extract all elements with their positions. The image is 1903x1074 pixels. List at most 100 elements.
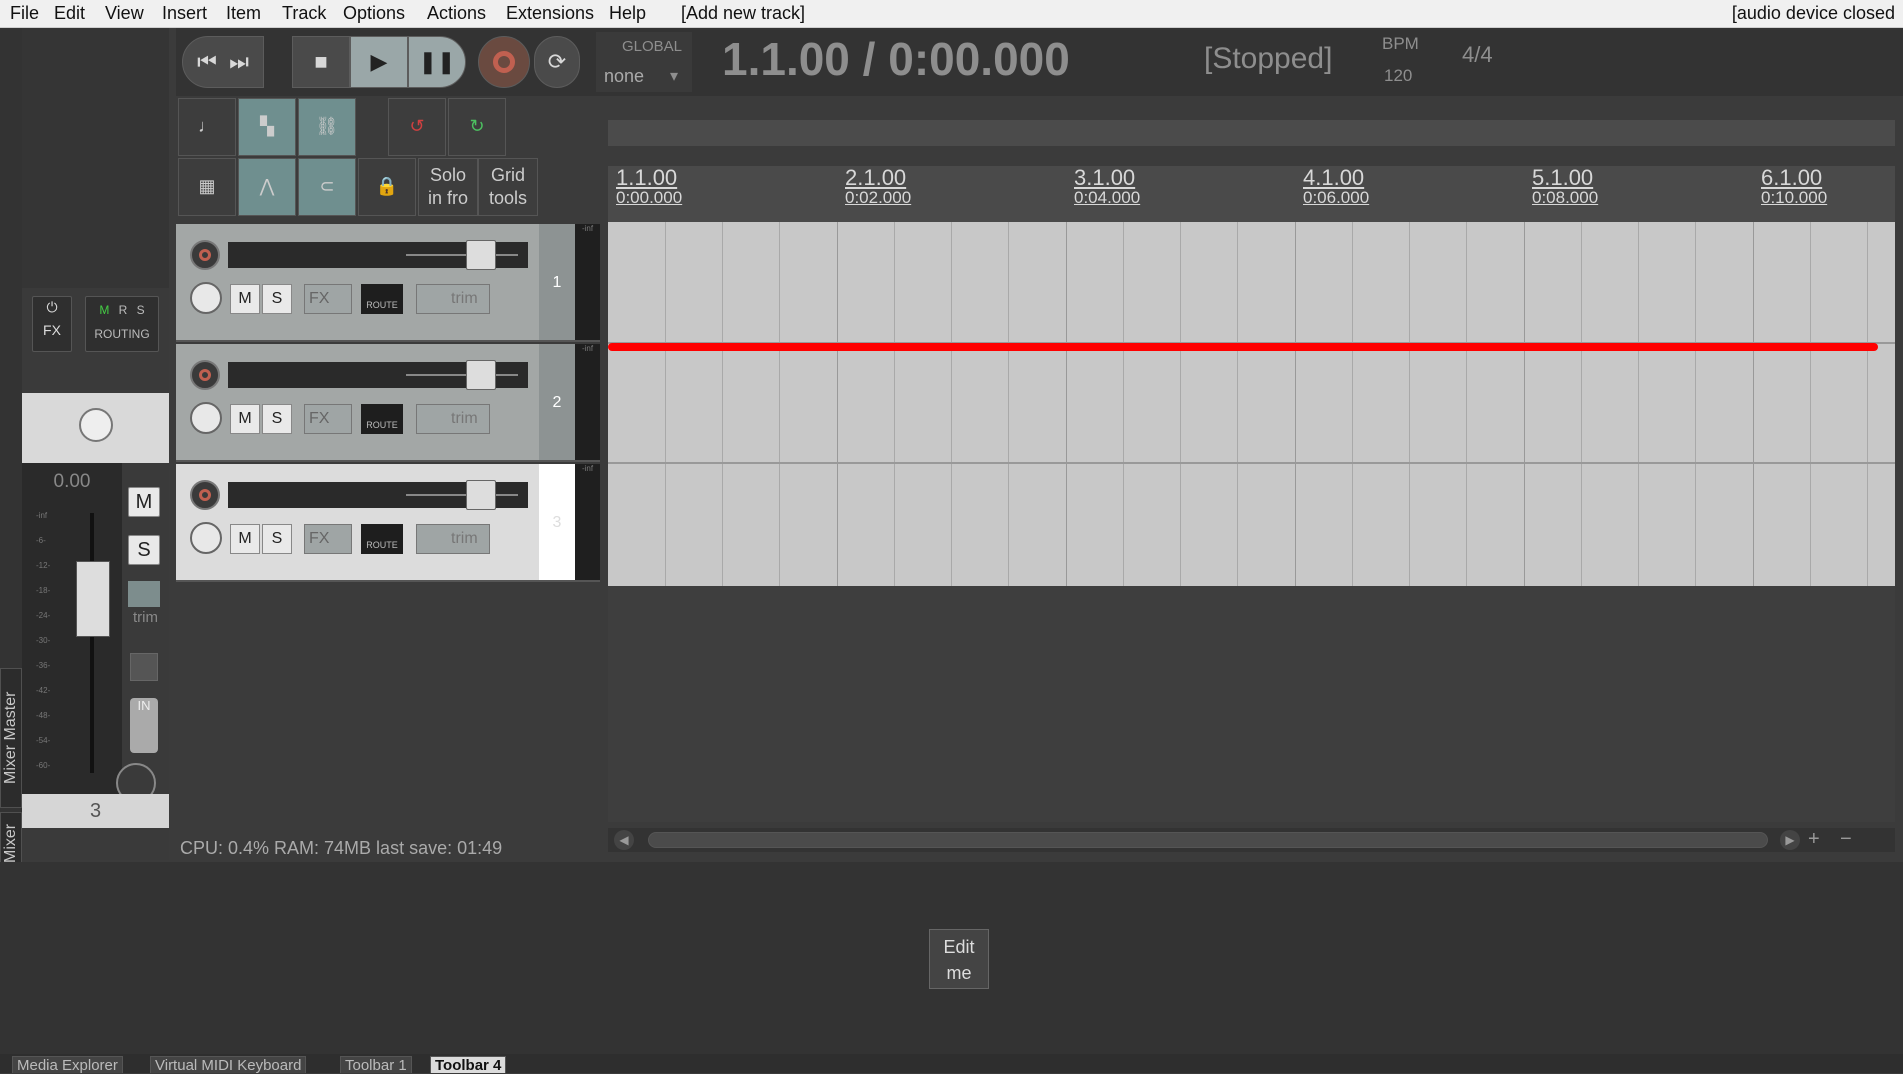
fx-button[interactable]: FX xyxy=(304,524,352,554)
master-fx-list[interactable] xyxy=(22,28,169,288)
pan-knob[interactable] xyxy=(190,402,222,434)
zoom-in-icon[interactable]: + xyxy=(1808,828,1820,851)
menu-add-new-track[interactable]: [Add new track] xyxy=(681,3,805,24)
volume-slider xyxy=(406,494,518,496)
chevron-down-icon[interactable]: ▾ xyxy=(670,66,678,86)
solo-button[interactable]: S xyxy=(262,524,292,554)
snap-magnet-button[interactable]: ⊂ xyxy=(298,158,356,216)
route-button[interactable]: ROUTE xyxy=(361,284,403,314)
solo-button[interactable]: S xyxy=(262,404,292,434)
master-fader-handle[interactable] xyxy=(76,561,110,637)
master-fx-button[interactable]: ⏻ FX xyxy=(32,296,72,352)
grid-tools-button[interactable]: Grid tools xyxy=(478,158,538,216)
fx-button[interactable]: FX xyxy=(304,284,352,314)
go-to-start-icon[interactable]: ⏮ xyxy=(197,49,217,75)
tools-label: tools xyxy=(488,188,528,208)
menu-actions[interactable]: Actions xyxy=(427,3,486,24)
master-pan-panel xyxy=(22,393,169,463)
locking-button[interactable]: 🔒 xyxy=(358,158,416,216)
arrange-view[interactable] xyxy=(608,222,1895,586)
ripple-edit-button[interactable]: ▚ xyxy=(238,98,296,156)
master-m-mini: M xyxy=(99,303,110,317)
snap-grid-button[interactable]: ▦ xyxy=(178,158,236,216)
tab-toolbar-1[interactable]: Toolbar 1 xyxy=(340,1056,412,1074)
track-panel-2[interactable]: M S FX ROUTE trim xyxy=(176,344,539,462)
tab-virtual-midi-keyboard[interactable]: Virtual MIDI Keyboard xyxy=(150,1056,307,1074)
mixer-master-tab[interactable]: Mixer Master xyxy=(0,668,22,808)
empty-track-area[interactable] xyxy=(608,586,1895,822)
horizontal-scrollbar[interactable]: ◀ ▶ + − xyxy=(608,828,1895,852)
pause-button[interactable]: ❚❚ xyxy=(408,36,466,88)
record-button[interactable] xyxy=(478,36,530,88)
master-input-button[interactable]: IN xyxy=(130,698,158,753)
play-button[interactable]: ▶ xyxy=(350,36,408,88)
undo-button[interactable]: ↺ xyxy=(388,98,446,156)
trim-envelope-button[interactable]: trim xyxy=(416,284,490,314)
audio-device-status: [audio device closed xyxy=(1731,3,1895,23)
master-fader-track xyxy=(90,513,94,773)
bpm-value[interactable]: 120 xyxy=(1384,66,1412,86)
track-number-3: 3 xyxy=(539,464,575,582)
stop-button[interactable]: ■ xyxy=(292,36,350,88)
left-dock: Mixer Master Mixer xyxy=(0,28,22,874)
transport-bar: ⏮ ⏭ ■ ▶ ❚❚ ⟳ GLOBAL none ▾ 1.1.00 / 0:00… xyxy=(176,28,1903,96)
track-meter-1: -inf xyxy=(575,224,600,342)
time-signature[interactable]: 4/4 xyxy=(1462,42,1493,68)
scroll-right-icon[interactable]: ▶ xyxy=(1780,830,1800,850)
menu-extensions[interactable]: Extensions xyxy=(506,3,594,24)
mute-button[interactable]: M xyxy=(230,524,260,554)
mute-button[interactable]: M xyxy=(230,404,260,434)
tab-media-explorer[interactable]: Media Explorer xyxy=(12,1056,123,1074)
pan-knob[interactable] xyxy=(190,522,222,554)
trim-envelope-button[interactable]: trim xyxy=(416,524,490,554)
menu-insert[interactable]: Insert xyxy=(162,3,207,24)
menu-file[interactable]: File xyxy=(10,3,39,24)
volume-handle[interactable] xyxy=(466,240,496,270)
envelope-points-button[interactable]: ⋀ xyxy=(238,158,296,216)
zoom-out-icon[interactable]: − xyxy=(1840,828,1852,851)
master-envelope-button[interactable] xyxy=(128,581,160,607)
solo-button[interactable]: S xyxy=(262,284,292,314)
automation-global-panel[interactable]: GLOBAL none ▾ xyxy=(596,32,692,92)
route-button[interactable]: ROUTE xyxy=(361,404,403,434)
menu-view[interactable]: View xyxy=(105,3,144,24)
menu-edit[interactable]: Edit xyxy=(54,3,85,24)
metronome-button[interactable]: ♩ xyxy=(178,98,236,156)
scroll-left-icon[interactable]: ◀ xyxy=(614,830,634,850)
master-phase-icon[interactable] xyxy=(130,653,158,681)
timeline-ruler[interactable]: 1.1.00 0:00.000 2.1.00 0:02.000 3.1.00 0:04… xyxy=(608,166,1895,222)
go-to-end-icon[interactable]: ⏭ xyxy=(229,49,249,75)
record-arm-button[interactable] xyxy=(190,480,220,510)
menu-help[interactable]: Help xyxy=(609,3,646,24)
volume-slider xyxy=(406,374,518,376)
solo-in-front-button[interactable]: Solo in fro xyxy=(418,158,478,216)
trim-envelope-button[interactable]: trim xyxy=(416,404,490,434)
master-routing-button[interactable]: M R S ROUTING xyxy=(85,296,159,352)
edit-me-button[interactable]: Edit me xyxy=(929,929,989,989)
time-position-display[interactable]: 1.1.00 / 0:00.000 xyxy=(722,32,1070,86)
master-solo-button[interactable]: S xyxy=(128,535,160,565)
volume-handle[interactable] xyxy=(466,480,496,510)
menu-track[interactable]: Track xyxy=(282,3,326,24)
master-s-mini: S xyxy=(136,303,145,317)
master-mute-button[interactable]: M xyxy=(128,487,160,517)
mixer-master-tab-label: Mixer Master xyxy=(2,691,19,785)
volume-handle[interactable] xyxy=(466,360,496,390)
menu-options[interactable]: Options xyxy=(343,3,405,24)
master-meter-scale: -inf -6- -12- -18- -24- -30- -36- -42- -48- -54- -… xyxy=(36,511,51,770)
route-button[interactable]: ROUTE xyxy=(361,524,403,554)
master-pan-knob[interactable] xyxy=(79,408,113,442)
pan-knob[interactable] xyxy=(190,282,222,314)
fx-button[interactable]: FX xyxy=(304,404,352,434)
tab-toolbar-4[interactable]: Toolbar 4 xyxy=(430,1056,507,1074)
record-arm-button[interactable] xyxy=(190,360,220,390)
redo-button[interactable]: ↻ xyxy=(448,98,506,156)
repeat-button[interactable]: ⟳ xyxy=(534,36,580,88)
track-panel-1[interactable]: M S FX ROUTE trim xyxy=(176,224,539,342)
item-grouping-button[interactable]: ⛓ xyxy=(298,98,356,156)
record-arm-button[interactable] xyxy=(190,240,220,270)
track-panel-3[interactable]: M S FX ROUTE trim xyxy=(176,464,539,582)
mute-button[interactable]: M xyxy=(230,284,260,314)
menu-item[interactable]: Item xyxy=(226,3,261,24)
scroll-thumb[interactable] xyxy=(648,832,1768,848)
